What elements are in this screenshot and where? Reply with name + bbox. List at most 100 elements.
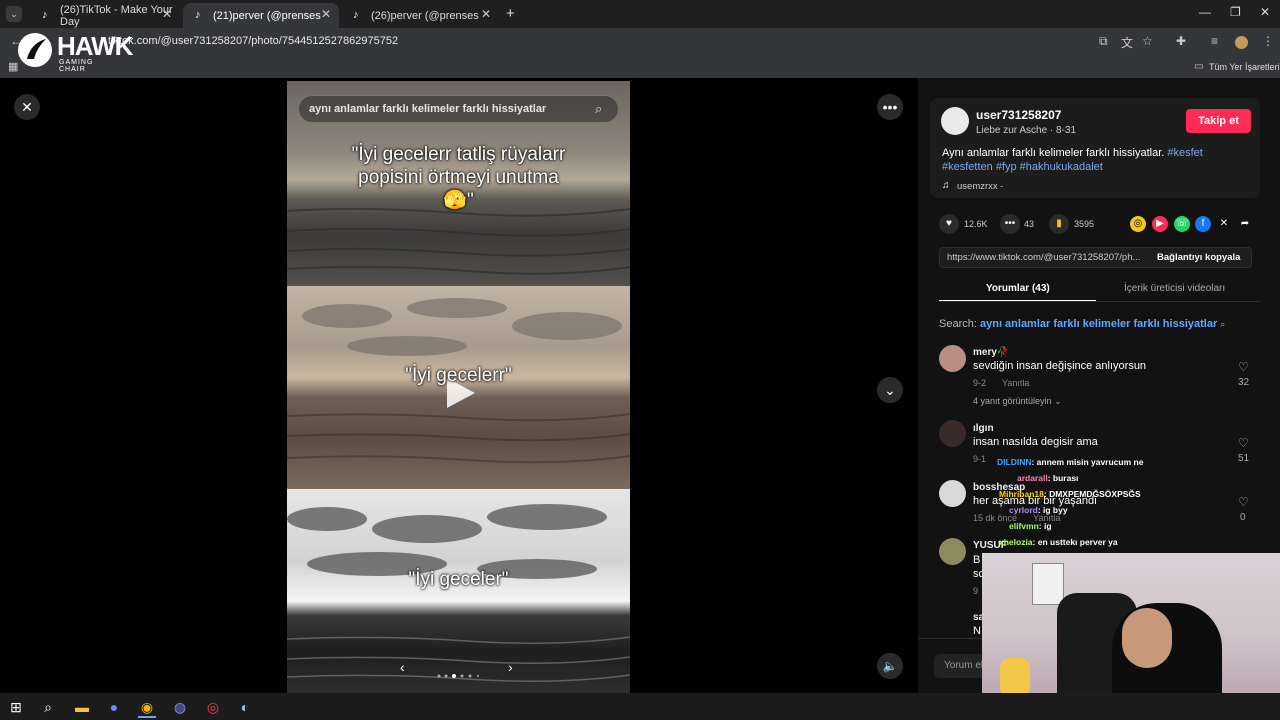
more-options-button[interactable]: ••• [877, 94, 903, 120]
comment-icon[interactable]: ••• [1000, 214, 1020, 234]
search-suggestion[interactable]: Search: aynı anlamlar farklı kelimeler f… [939, 318, 1225, 330]
wall-poster [1032, 563, 1064, 605]
creator-subtitle: Liebe zur Asche · 8-31 [976, 125, 1077, 136]
commenter-avatar[interactable] [939, 538, 966, 565]
tiktok-icon: ♪ [42, 9, 48, 21]
comment-like-count: 32 [1238, 377, 1250, 388]
commenter-avatar[interactable] [939, 609, 966, 636]
like-icon[interactable]: ♥ [939, 214, 959, 234]
heart-icon[interactable]: ♡ [1238, 495, 1249, 509]
next-video-button[interactable]: ⌄ [877, 377, 903, 403]
hawk-logo: HAWK GAMING CHAIR [18, 31, 133, 73]
logo-tagline: GAMING CHAIR [59, 59, 94, 73]
chat-user: DILDINN [997, 457, 1032, 467]
chrome-icon[interactable]: ◉ [138, 698, 156, 718]
file-explorer-icon[interactable]: ▬ [73, 698, 91, 716]
coin-icon[interactable]: ◎ [1130, 216, 1146, 232]
tab-search-button[interactable]: ⌄ [6, 6, 22, 22]
minimize-icon[interactable]: — [1199, 5, 1211, 19]
menu-icon[interactable]: ⋮ [1262, 34, 1274, 48]
hawk-emblem-icon [18, 33, 52, 67]
view-replies-link[interactable]: 4 yanıt görüntüleyin ⌄ [973, 396, 1062, 407]
bookmark-star-icon[interactable]: ☆ [1142, 34, 1153, 48]
follow-button[interactable]: Takip et [1186, 109, 1251, 133]
description-text: Aynı anlamlar farklı kelimeler farklı hi… [942, 147, 1165, 159]
tab-tiktok-home[interactable]: ♪ (26)TikTok - Make Your Day ✕ [30, 3, 180, 28]
heart-icon[interactable]: ♡ [1238, 436, 1249, 450]
chat-message: Mihriban18: DMXPEMDĞSÖXPSĞS [999, 489, 1141, 499]
share-icon[interactable]: ➦ [1237, 216, 1253, 232]
steam-icon[interactable]: ◐ [236, 698, 254, 716]
next-photo-icon[interactable]: › [508, 659, 513, 675]
hashtag-link[interactable]: #kesfetten #fyp #hakhukukadalet [942, 161, 1103, 173]
media-icon[interactable]: ≡ [1211, 34, 1218, 48]
bookmarks-bar [0, 56, 1280, 79]
recorder-icon[interactable]: ◎ [204, 698, 222, 716]
chat-user: ardarall [1017, 473, 1048, 483]
video-search-bar[interactable]: aynı anlamlar farklı kelimeler farklı hi… [298, 95, 619, 123]
profile-avatar[interactable] [1235, 36, 1248, 49]
apps-icon[interactable]: ▦ [8, 60, 18, 73]
chat-message: cyrlord: ig byy [1009, 505, 1068, 515]
tab-title: (21)perver (@prensesperver) | T [213, 9, 321, 22]
chat-user: Mihriban18 [999, 489, 1044, 499]
commenter-avatar[interactable] [939, 480, 966, 507]
heart-icon[interactable]: ♡ [1238, 360, 1249, 374]
commenter-name[interactable]: ılgın [973, 423, 994, 434]
restore-icon[interactable]: ❐ [1230, 5, 1241, 19]
comment-text: N [973, 625, 981, 637]
translate-icon[interactable]: 文 [1121, 34, 1133, 51]
caption-line: popisini örtmeyi unutma [358, 167, 559, 188]
reply-link[interactable]: Yanıtla [1002, 378, 1029, 388]
comment-text: B [973, 554, 981, 566]
all-bookmarks-link[interactable]: Tüm Yer İşaretleri [1209, 62, 1280, 72]
install-app-icon[interactable]: ⧉ [1099, 34, 1108, 49]
photo-slideshow[interactable]: "İyi gecelerr tatliş rüyalarr popisini ö… [287, 81, 630, 693]
tab-comments[interactable]: Yorumlar (43) [986, 283, 1050, 294]
extensions-icon[interactable]: ✚ [1176, 34, 1186, 48]
volume-button[interactable]: 🔈 [877, 653, 903, 679]
close-icon[interactable]: ✕ [321, 7, 331, 21]
post-description: Aynı anlamlar farklı kelimeler farklı hi… [942, 146, 1252, 174]
window-close-icon[interactable]: ✕ [1260, 5, 1270, 19]
chevron-down-icon: ⌄ [1054, 396, 1062, 406]
close-icon[interactable]: ✕ [162, 7, 172, 21]
search-query-link[interactable]: aynı anlamlar farklı kelimeler farklı hi… [980, 318, 1217, 330]
windows-start-icon[interactable]: ⊞ [7, 698, 25, 716]
new-tab-icon[interactable]: + [506, 5, 515, 22]
tab-perver-active[interactable]: ♪ (21)perver (@prensesperver) | T ✕ [183, 3, 339, 28]
x-icon[interactable]: ✕ [1216, 216, 1232, 232]
copy-link-button[interactable]: Bağlantıyı kopyala [1157, 252, 1240, 263]
search-icon[interactable]: ⌕ [595, 101, 602, 117]
commenter-name[interactable]: mery🥀 [973, 347, 1009, 358]
chat-message: ardarall: burası [1017, 473, 1078, 483]
caption-line: "İyi gecelerr tatliş rüyalarr [351, 144, 566, 165]
bookmark-icon[interactable]: ▮ [1049, 214, 1069, 234]
chat-text: : burası [1047, 473, 1079, 483]
facebook-icon[interactable]: f [1195, 216, 1211, 232]
commenter-avatar[interactable] [939, 345, 966, 372]
whatsapp-icon[interactable]: ☏ [1174, 216, 1190, 232]
url-field[interactable]: tiktok.com/@user731258207/photo/75445125… [108, 35, 398, 47]
creator-username[interactable]: user731258207 [976, 108, 1061, 122]
search-icon: ⌕ [1220, 319, 1226, 329]
chat-message: xhelozia: en usttekı perver ya [999, 537, 1118, 547]
close-viewer-button[interactable]: ✕ [14, 94, 40, 120]
carousel-dots [437, 665, 487, 678]
tab-creator-videos[interactable]: İçerik üreticisi videoları [1124, 283, 1225, 294]
sound-link[interactable]: usemzrxx - [957, 181, 1003, 192]
send-icon[interactable]: ▶ [1152, 216, 1168, 232]
app-icon[interactable]: ● [105, 698, 123, 716]
search-icon[interactable]: ⌕ [39, 698, 57, 716]
creator-avatar[interactable] [941, 107, 969, 135]
discord-icon[interactable]: ◍ [171, 698, 189, 716]
caption-line: "İyi gecelerr" [405, 365, 512, 386]
caption-line: "İyi geceler" [408, 569, 509, 590]
tab-perver[interactable]: ♪ (26)perver (@prensesperver) | T ✕ [341, 3, 499, 28]
prev-photo-icon[interactable]: ‹ [400, 659, 405, 675]
comment-text: sevdiğin insan değişince anlıyorsun [973, 360, 1147, 372]
hashtag-link[interactable]: #kesfet [1167, 147, 1202, 159]
commenter-avatar[interactable] [939, 420, 966, 447]
close-icon[interactable]: ✕ [481, 7, 491, 21]
music-note-icon: ♫ [942, 180, 950, 191]
